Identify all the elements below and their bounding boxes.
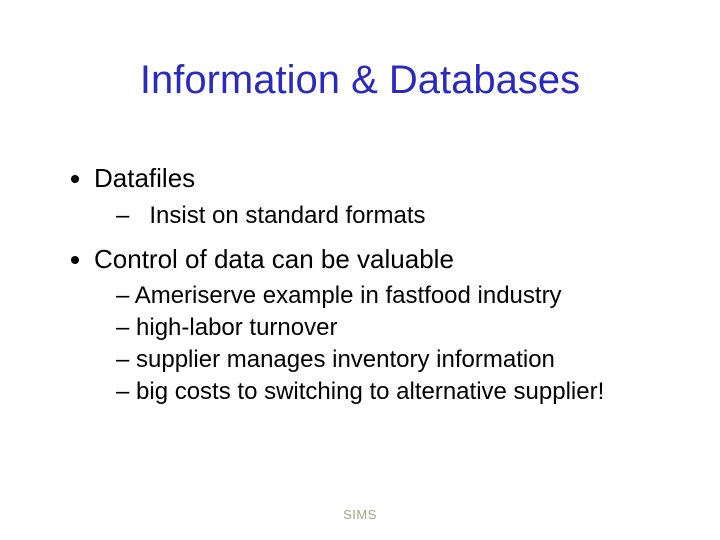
sub-bullet-item: Ameriserve example in fastfood industry xyxy=(116,281,660,311)
bullet-text: Control of data can be valuable xyxy=(94,244,454,274)
slide-title: Information & Databases xyxy=(0,58,720,103)
sub-bullet-text: big costs to switching to alternative su… xyxy=(136,378,604,405)
sub-bullet-item: Insist on standard formats xyxy=(116,201,660,231)
bullet-item: Control of data can be valuable Ameriser… xyxy=(94,243,660,408)
sub-bullet-text: supplier manages inventory information xyxy=(136,346,555,373)
sub-bullet-list: Ameriserve example in fastfood industry … xyxy=(94,281,660,407)
sub-bullet-text: high-labor turnover xyxy=(136,314,337,341)
bullet-text: Datafiles xyxy=(94,163,195,193)
bullet-list: Datafiles Insist on standard formats Con… xyxy=(72,162,660,407)
sub-bullet-text: Insist on standard formats xyxy=(149,202,425,229)
sub-bullet-item: high-labor turnover xyxy=(116,313,660,343)
sub-bullet-item: supplier manages inventory information xyxy=(116,345,660,375)
sub-bullet-item: big costs to switching to alternative su… xyxy=(116,377,660,407)
sub-bullet-text: Ameriserve example in fastfood industry xyxy=(135,282,562,309)
slide-content: Datafiles Insist on standard formats Con… xyxy=(72,162,660,419)
slide: Information & Databases Datafiles Insist… xyxy=(0,0,720,540)
bullet-item: Datafiles Insist on standard formats xyxy=(94,162,660,231)
footer-label: SIMS xyxy=(0,507,720,522)
sub-bullet-list: Insist on standard formats xyxy=(94,201,660,231)
